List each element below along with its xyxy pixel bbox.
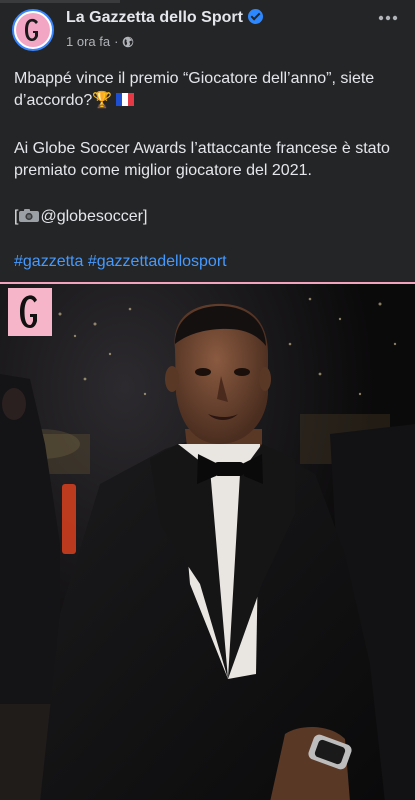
page-name-row: La Gazzetta dello Sport <box>66 9 263 27</box>
hashtag-link[interactable]: #gazzettadellosport <box>88 253 227 270</box>
g-logo-icon <box>20 295 37 328</box>
camera-emoji <box>19 209 40 222</box>
headline-text: Mbappé vince il premio “Giocatore dell’a… <box>14 70 375 109</box>
trophy-emoji: 🏆 <box>92 92 113 109</box>
post-headline: Mbappé vince il premio “Giocatore dell’a… <box>14 68 409 112</box>
post-photo[interactable] <box>0 282 415 800</box>
globe-icon <box>123 36 134 47</box>
gazzetta-logo-icon <box>16 13 50 47</box>
post-meta: 1 ora fa · <box>66 34 134 49</box>
post-time[interactable]: 1 ora fa <box>66 34 110 49</box>
page-avatar[interactable] <box>12 9 54 51</box>
post-header: La Gazzetta dello Sport 1 ora fa · <box>0 0 415 62</box>
hashtag-link[interactable]: #gazzetta <box>14 253 83 270</box>
page-name[interactable]: La Gazzetta dello Sport <box>66 9 243 26</box>
credit-handle[interactable]: @globesoccer <box>40 208 143 225</box>
meta-separator: · <box>114 34 119 49</box>
post-hashtags: #gazzetta #gazzettadellosport <box>14 251 409 273</box>
more-horizontal-icon <box>378 15 398 21</box>
credit-close-bracket: ] <box>142 208 148 225</box>
gazzetta-g-logo <box>8 288 52 336</box>
more-options-button[interactable] <box>373 6 403 30</box>
post-body: Ai Globe Soccer Awards l’attaccante fran… <box>14 140 390 179</box>
france-flag-emoji <box>116 91 135 106</box>
verified-badge-icon <box>247 9 263 24</box>
photo-scene <box>0 284 415 800</box>
post-credit: [@globesoccer] <box>14 206 409 228</box>
